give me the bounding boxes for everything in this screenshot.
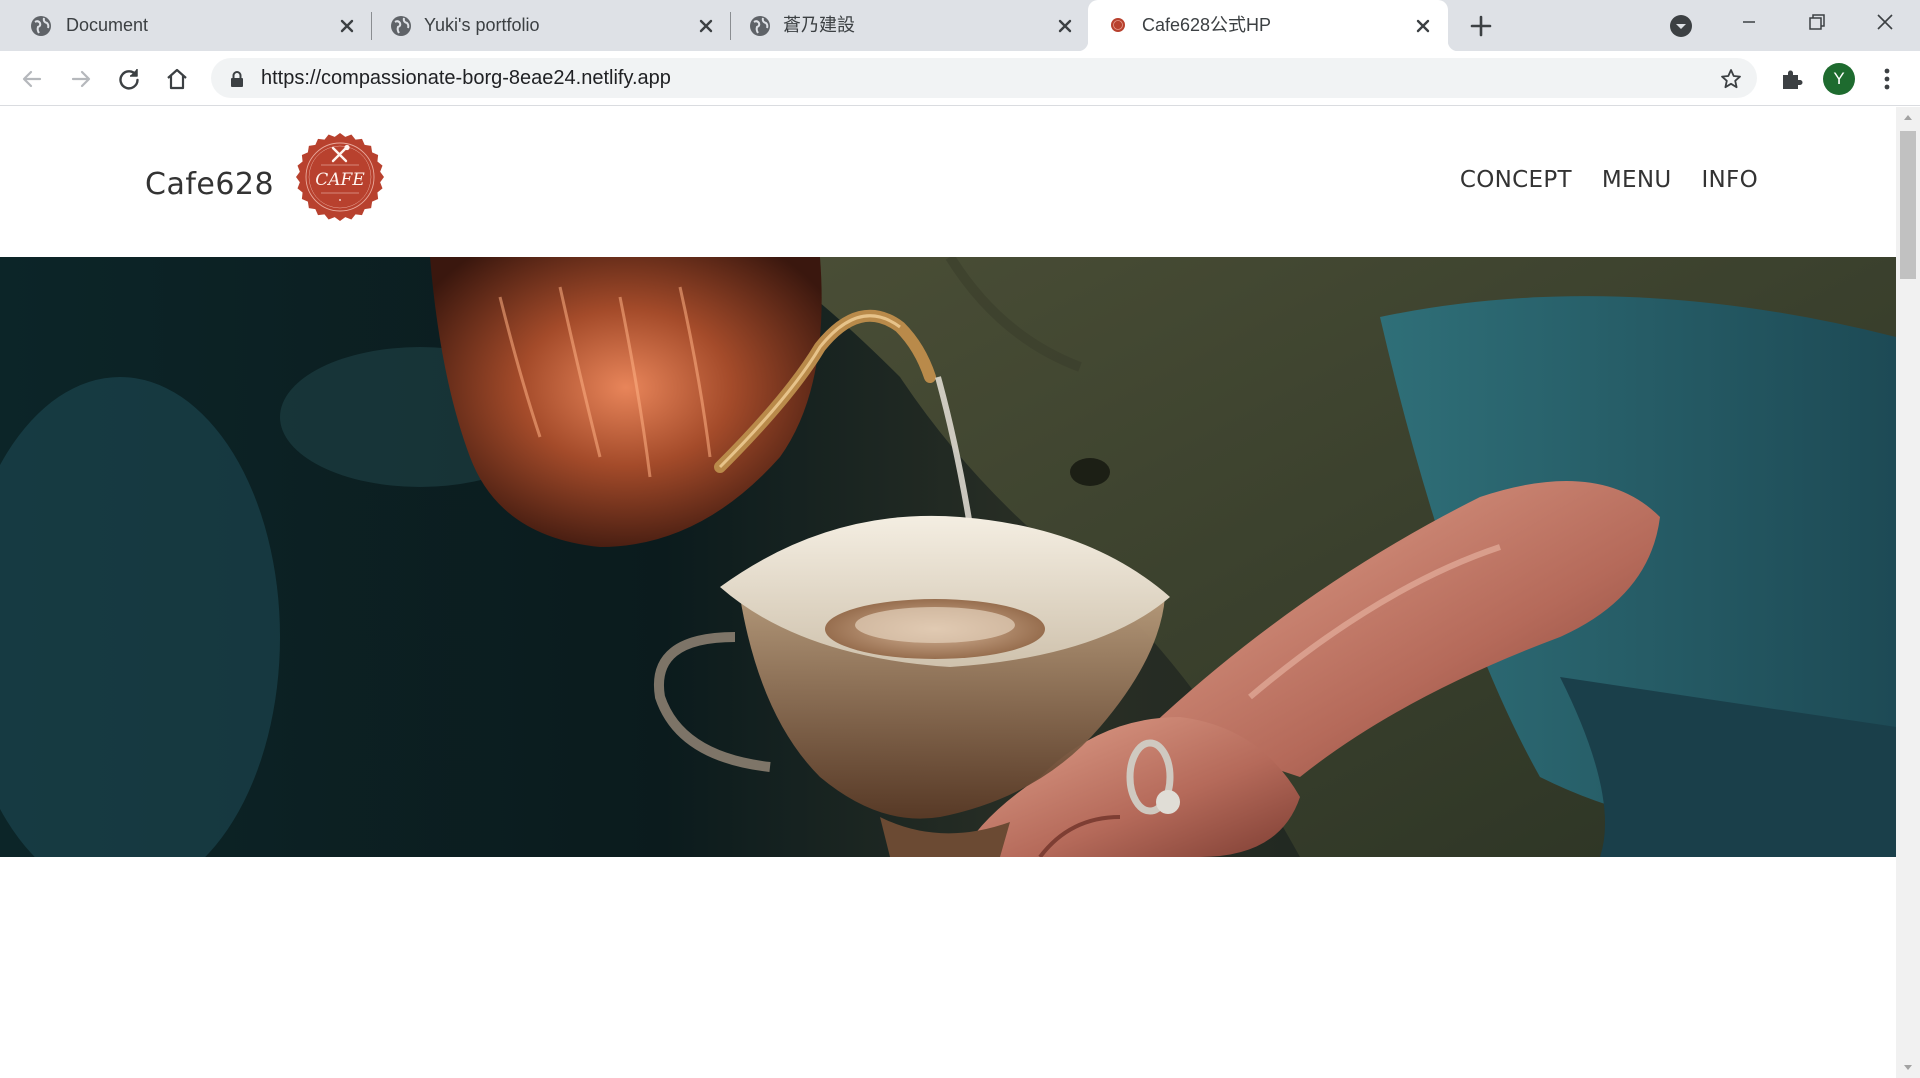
- home-icon[interactable]: [163, 65, 191, 93]
- vertical-scrollbar[interactable]: [1896, 107, 1920, 1078]
- restore-icon[interactable]: [1796, 8, 1836, 38]
- tab-title: 蒼乃建設: [783, 15, 855, 35]
- tab-search-icon[interactable]: [1669, 14, 1693, 38]
- close-icon[interactable]: [1054, 15, 1076, 37]
- cafe-logo[interactable]: CAFE: [293, 130, 387, 224]
- site-header: Cafe628 CAFE CONCEPT MENU INFO: [0, 107, 1896, 257]
- hero-image-coffee-pour-over: [0, 257, 1896, 857]
- close-icon[interactable]: [336, 15, 358, 37]
- nav-menu[interactable]: MENU: [1602, 167, 1672, 193]
- profile-avatar[interactable]: Y: [1823, 63, 1855, 95]
- browser-toolbar: https://compassionate-borg-8eae24.netlif…: [0, 51, 1920, 106]
- globe-icon: [31, 16, 51, 36]
- tab-yukis-portfolio[interactable]: Yuki's portfolio: [360, 0, 730, 51]
- hero-carousel[interactable]: [0, 257, 1896, 857]
- forward-icon[interactable]: [67, 65, 95, 93]
- scrollbar-thumb[interactable]: [1900, 131, 1916, 279]
- tab-aono-kensetsu[interactable]: 蒼乃建設: [719, 0, 1089, 51]
- tab-title: Yuki's portfolio: [424, 15, 540, 35]
- new-tab-icon[interactable]: [1467, 12, 1495, 40]
- tab-strip: Document Yuki's portfolio 蒼乃建設 Cafe628公式…: [0, 0, 1920, 51]
- nav-concept[interactable]: CONCEPT: [1460, 167, 1572, 193]
- reload-icon[interactable]: [115, 65, 143, 93]
- site-brand[interactable]: Cafe628: [145, 167, 274, 202]
- more-menu-icon[interactable]: [1874, 66, 1900, 92]
- url-text[interactable]: https://compassionate-borg-8eae24.netlif…: [261, 58, 671, 98]
- address-bar[interactable]: https://compassionate-borg-8eae24.netlif…: [211, 58, 1757, 98]
- lock-icon[interactable]: [229, 70, 245, 88]
- close-icon[interactable]: [1412, 15, 1434, 37]
- globe-icon: [391, 16, 411, 36]
- nav-info[interactable]: INFO: [1701, 167, 1758, 193]
- extensions-icon[interactable]: [1779, 66, 1805, 92]
- tab-title: Cafe628公式HP: [1142, 15, 1272, 35]
- tab-title: Document: [66, 15, 149, 35]
- scroll-down-icon[interactable]: [1896, 1058, 1920, 1078]
- bookmark-star-icon[interactable]: [1719, 67, 1743, 91]
- main-nav: CONCEPT MENU INFO: [1460, 167, 1758, 193]
- close-window-icon[interactable]: [1865, 8, 1905, 38]
- page-viewport: Cafe628 CAFE CONCEPT MENU INFO: [0, 107, 1896, 1078]
- tab-cafe628[interactable]: Cafe628公式HP: [1078, 0, 1458, 51]
- globe-icon: [750, 16, 770, 36]
- close-icon[interactable]: [695, 15, 717, 37]
- cafe-logo-icon: [1111, 18, 1125, 32]
- back-icon[interactable]: [18, 65, 46, 93]
- scroll-up-icon[interactable]: [1896, 107, 1920, 127]
- tab-document[interactable]: Document: [0, 0, 370, 51]
- minimize-icon[interactable]: [1729, 8, 1769, 38]
- logo-text: CAFE: [315, 170, 365, 190]
